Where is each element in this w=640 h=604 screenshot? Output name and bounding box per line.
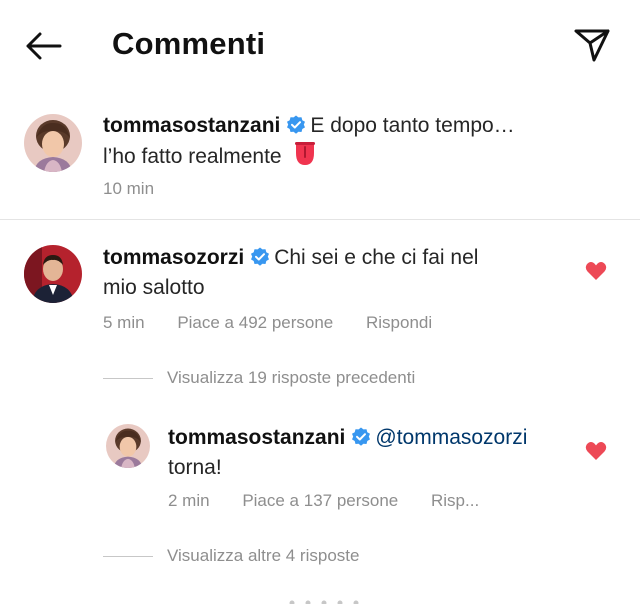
like-button[interactable]: [585, 441, 607, 461]
reply-body: torna!: [168, 456, 222, 479]
view-previous-replies-button[interactable]: Visualizza 19 risposte precedenti: [103, 368, 415, 388]
reply-button[interactable]: Risp...: [431, 491, 479, 510]
verified-badge-icon: [251, 247, 270, 266]
avatar[interactable]: [106, 424, 150, 468]
likes-count-link[interactable]: Piace a 492 persone: [177, 313, 333, 332]
like-button[interactable]: [585, 261, 607, 281]
verified-badge-icon: [352, 427, 371, 446]
avatar[interactable]: [24, 114, 82, 172]
reply-username[interactable]: tommasostanzani: [168, 426, 345, 449]
mention-link[interactable]: @tommasozorzi: [375, 426, 527, 449]
caption-text: tommasostanzani E dopo tanto tempo… l’ho …: [103, 111, 573, 172]
caption-body-line2: l’ho fatto realmente: [103, 145, 282, 168]
tongue-emoji-icon: [295, 142, 316, 165]
arrow-left-icon: [26, 32, 62, 60]
reply-meta: 2 min Piace a 137 persone Risp...: [168, 491, 507, 511]
reply-button[interactable]: Rispondi: [366, 313, 432, 332]
avatar[interactable]: [24, 245, 82, 303]
divider: [0, 219, 640, 220]
comment-meta: 5 min Piace a 492 persone Rispondi: [103, 313, 460, 333]
reply-time: 2 min: [168, 491, 210, 510]
caption-time: 10 min: [103, 179, 155, 198]
comment-username[interactable]: tommasozorzi: [103, 246, 244, 269]
back-button[interactable]: [22, 26, 66, 66]
page-title: Commenti: [112, 26, 266, 61]
heart-filled-icon: [585, 442, 607, 460]
loading-spinner-icon: [289, 600, 359, 604]
divider-line: [103, 556, 153, 558]
comment-body-line2: mio salotto: [103, 276, 205, 299]
comment-text: tommasozorzi Chi sei e che ci fai nel mio…: [103, 243, 553, 303]
reply-text: tommasostanzani @tommasozorzi torna!: [168, 423, 568, 483]
paper-plane-icon: [574, 29, 610, 62]
view-previous-label: Visualizza 19 risposte precedenti: [167, 368, 416, 387]
share-button[interactable]: [570, 24, 614, 64]
verified-badge-icon: [287, 115, 306, 134]
divider-line: [103, 378, 153, 380]
comment-time: 5 min: [103, 313, 145, 332]
heart-filled-icon: [585, 262, 607, 280]
caption-username[interactable]: tommasostanzani: [103, 114, 280, 137]
view-more-label: Visualizza altre 4 risposte: [167, 546, 360, 565]
caption-body: E dopo tanto tempo…: [310, 114, 515, 137]
comment-body: Chi sei e che ci fai nel: [274, 246, 479, 269]
view-more-replies-button[interactable]: Visualizza altre 4 risposte: [103, 546, 359, 566]
header-bar: Commenti: [0, 0, 640, 92]
likes-count-link[interactable]: Piace a 137 persone: [242, 491, 398, 510]
caption-meta: 10 min: [103, 179, 182, 199]
